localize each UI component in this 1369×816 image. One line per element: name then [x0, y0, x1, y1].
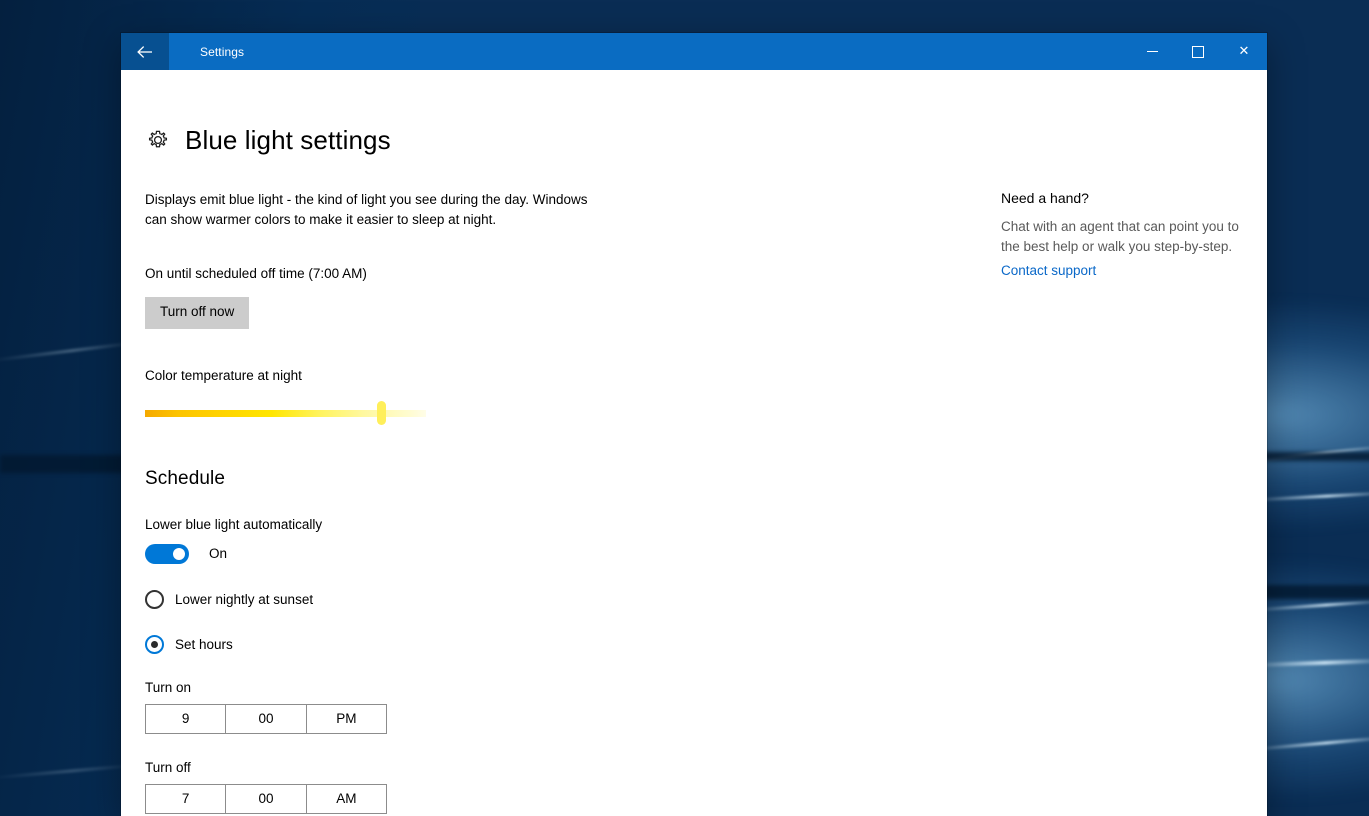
turn-off-label: Turn off: [145, 760, 615, 775]
schedule-heading: Schedule: [145, 468, 615, 490]
maximize-icon: [1192, 46, 1204, 58]
radio-option-set-hours[interactable]: Set hours: [145, 635, 615, 654]
turn-on-hour[interactable]: 9: [146, 705, 226, 733]
radio-set-hours-icon: [145, 635, 164, 654]
toggle-knob: [173, 548, 185, 560]
turn-off-hour[interactable]: 7: [146, 785, 226, 813]
auto-lower-toggle[interactable]: [145, 544, 189, 564]
settings-main-column: Displays emit blue light - the kind of l…: [145, 190, 615, 814]
page-header: Blue light settings: [145, 127, 391, 153]
toggle-state-label: On: [209, 546, 227, 561]
help-title: Need a hand?: [1001, 190, 1241, 207]
page-description: Displays emit blue light - the kind of l…: [145, 190, 590, 231]
wallpaper-seam-right-2: [1264, 585, 1369, 599]
window-controls: ✕: [1129, 33, 1267, 70]
page-title: Blue light settings: [185, 127, 391, 153]
close-icon: ✕: [1239, 45, 1250, 58]
radio-option-sunset[interactable]: Lower nightly at sunset: [145, 590, 615, 609]
contact-support-link[interactable]: Contact support: [1001, 263, 1096, 278]
color-temperature-label: Color temperature at night: [145, 368, 615, 383]
turn-off-meridiem[interactable]: AM: [307, 785, 386, 813]
radio-sunset-icon: [145, 590, 164, 609]
wallpaper-seam-left-1: [0, 455, 125, 473]
help-body: Chat with an agent that can point you to…: [1001, 217, 1241, 257]
wallpaper-seam-right-1: [1264, 452, 1369, 461]
settings-window: Settings ✕ Blue: [121, 33, 1267, 816]
title-bar: Settings ✕: [121, 33, 1267, 70]
close-button[interactable]: ✕: [1221, 33, 1267, 70]
turn-off-now-button[interactable]: Turn off now: [145, 297, 249, 328]
turn-on-time-picker: 9 00 PM: [145, 704, 387, 734]
turn-on-minute[interactable]: 00: [226, 705, 306, 733]
color-temperature-slider[interactable]: [145, 401, 426, 425]
back-button[interactable]: [121, 33, 169, 70]
turn-off-minute[interactable]: 00: [226, 785, 306, 813]
maximize-button[interactable]: [1175, 33, 1221, 70]
radio-set-hours-label: Set hours: [175, 637, 233, 652]
minimize-button[interactable]: [1129, 33, 1175, 70]
window-title: Settings: [169, 33, 244, 70]
turn-on-label: Turn on: [145, 680, 615, 695]
help-panel: Need a hand? Chat with an agent that can…: [1001, 190, 1241, 280]
gear-icon: [145, 127, 171, 153]
turn-off-time-picker: 7 00 AM: [145, 784, 387, 814]
titlebar-drag-area[interactable]: [244, 33, 1129, 70]
turn-on-meridiem[interactable]: PM: [307, 705, 386, 733]
auto-lower-label: Lower blue light automatically: [145, 517, 615, 532]
radio-sunset-label: Lower nightly at sunset: [175, 592, 313, 607]
minimize-icon: [1147, 51, 1158, 52]
slider-thumb[interactable]: [377, 401, 386, 425]
settings-page-body: Blue light settings Displays emit blue l…: [121, 70, 1267, 816]
back-arrow-icon: [135, 42, 155, 62]
auto-lower-toggle-row: On: [145, 544, 615, 564]
status-text: On until scheduled off time (7:00 AM): [145, 265, 615, 283]
